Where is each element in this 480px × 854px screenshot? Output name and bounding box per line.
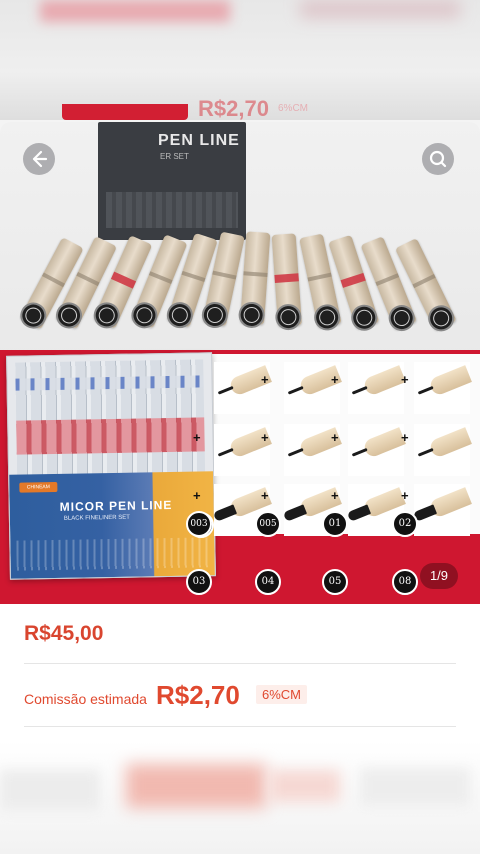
plus-sign: +	[331, 372, 339, 387]
product-image-gallery[interactable]: PEN LINE ER SET CHINEAM MICOR PEN LINE B…	[0, 122, 480, 604]
nib-label: 05	[322, 569, 348, 595]
pen	[237, 231, 271, 329]
nib-label: 03	[186, 569, 212, 595]
image-counter: 1/9	[420, 563, 458, 589]
pack-subtitle: BLACK FINELINER SET	[63, 514, 130, 522]
peek-red-bar	[62, 104, 188, 120]
pen	[271, 233, 303, 331]
plus-sign: +	[261, 430, 269, 445]
blurred-element	[126, 764, 266, 808]
blurred-element	[300, 0, 460, 18]
pack-brand-logo: CHINEAM	[19, 481, 58, 493]
blurred-element	[360, 768, 470, 806]
divider	[24, 726, 456, 727]
background-header-blurred: R$2,70 6%CM	[0, 0, 480, 121]
commission-badge: 6%CM	[256, 685, 308, 704]
search-button[interactable]	[422, 143, 454, 175]
plus-sign: +	[401, 430, 409, 445]
pen-pack: CHINEAM MICOR PEN LINE BLACK FINELINER S…	[6, 352, 216, 580]
box-title: PEN LINE	[158, 132, 240, 149]
nib-label: 02	[392, 511, 418, 537]
peek-price: R$2,70	[198, 96, 269, 121]
back-button[interactable]	[23, 143, 55, 175]
plus-sign: +	[401, 488, 409, 503]
plus-sign: +	[331, 488, 339, 503]
pack-pen-bands	[16, 417, 205, 455]
pack-skyline	[16, 537, 209, 571]
box-skyline	[106, 192, 238, 228]
product-price: R$45,00	[24, 622, 104, 645]
nib-tile	[348, 362, 406, 414]
blurred-content	[0, 740, 480, 854]
nib-label: 005	[255, 511, 281, 537]
blurred-element	[0, 770, 100, 810]
search-icon	[429, 150, 447, 168]
commission-label: Comissão estimada	[24, 691, 147, 707]
nib-label: 003	[186, 511, 212, 537]
nib-label: 04	[255, 569, 281, 595]
pen-box-back: PEN LINE ER SET	[98, 122, 246, 240]
plus-sign: +	[401, 372, 409, 387]
product-info: R$45,00 Comissão estimada R$2,70 6%CM	[0, 604, 480, 854]
nib-tile	[414, 484, 472, 536]
plus-sign: +	[331, 430, 339, 445]
pack-sleeve: CHINEAM MICOR PEN LINE BLACK FINELINER S…	[9, 471, 215, 579]
nib-label: 01	[322, 511, 348, 537]
commission-value: R$2,70	[156, 680, 240, 710]
nib-tile	[414, 424, 472, 476]
plus-sign: +	[193, 488, 201, 503]
nib-tile	[214, 362, 272, 414]
product-sheet: PEN LINE ER SET CHINEAM MICOR PEN LINE B…	[0, 122, 480, 854]
arrow-left-icon	[32, 150, 48, 168]
peek-percent: 6%CM	[278, 103, 309, 114]
plus-sign: +	[261, 372, 269, 387]
plus-sign: +	[261, 488, 269, 503]
nib-tile	[348, 424, 406, 476]
blurred-element	[270, 770, 340, 802]
divider	[24, 663, 456, 664]
nib-label: 08	[392, 569, 418, 595]
pack-title: MICOR PEN LINE	[59, 497, 173, 514]
pen-row	[10, 231, 470, 336]
box-subtitle: ER SET	[160, 152, 189, 161]
nib-tile	[414, 362, 472, 414]
blurred-element	[40, 0, 230, 22]
plus-sign: +	[193, 430, 201, 445]
nib-tile	[284, 362, 342, 414]
